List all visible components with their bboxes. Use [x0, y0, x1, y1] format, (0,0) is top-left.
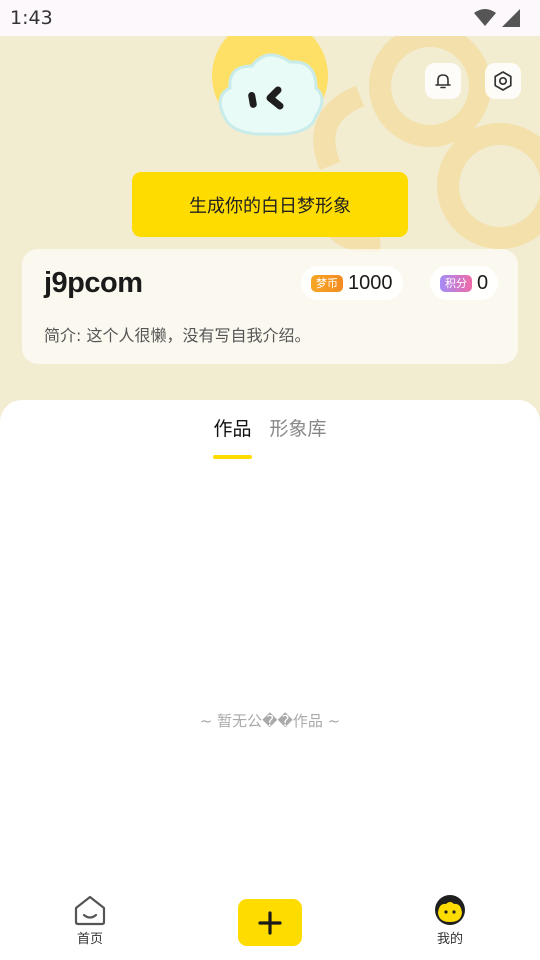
plus-icon: [258, 910, 282, 935]
status-bar: 1:43: [0, 0, 540, 36]
empty-state-text: ~ 暂无公��作品 ~: [199, 712, 341, 730]
username: j9pcom: [44, 267, 143, 299]
bottom-nav: 首页 我的: [0, 880, 540, 960]
nav-mine-label: 我的: [436, 932, 463, 947]
points-tag: 积分: [440, 274, 472, 292]
notification-button[interactable]: [425, 63, 461, 99]
profile-card: j9pcom 梦币 1000 积分 0 简介: 这个人很懒，没有写自我介绍。: [22, 249, 518, 364]
status-icons: [474, 9, 520, 27]
bio: 简介: 这个人很懒，没有写自我介绍。: [44, 326, 311, 345]
tab-avatar-library[interactable]: 形象库: [270, 414, 327, 459]
coin-balance[interactable]: 梦币 1000: [301, 266, 403, 300]
create-button[interactable]: [238, 899, 302, 946]
points-balance[interactable]: 积分 0: [430, 266, 499, 300]
nav-home-label: 首页: [76, 932, 103, 947]
tab-works[interactable]: 作品: [213, 414, 252, 459]
status-time: 1:43: [10, 7, 53, 29]
home-icon: [74, 895, 106, 926]
avatar[interactable]: [212, 36, 328, 140]
bell-icon: [435, 74, 451, 89]
nav-mine[interactable]: 我的: [426, 894, 474, 947]
wifi-icon: [474, 9, 496, 26]
signal-icon: [502, 9, 520, 27]
settings-button[interactable]: [485, 63, 521, 99]
coin-value: 1000: [348, 271, 393, 294]
coin-tag: 梦币: [311, 274, 343, 292]
content-panel: 作品 形象库 ~ 暂无公��作品 ~: [0, 400, 540, 880]
generate-avatar-button[interactable]: 生成你的白日梦形象: [132, 172, 408, 237]
profile-header: 生成你的白日梦形象 j9pcom 梦币 1000 积分 0 简介: 这个人很懒，…: [0, 36, 540, 426]
profile-face-icon: [435, 895, 465, 925]
points-value: 0: [477, 271, 489, 294]
settings-icon: [494, 71, 512, 91]
nav-home[interactable]: 首页: [66, 894, 114, 947]
tab-bar: 作品 形象库: [0, 414, 540, 459]
